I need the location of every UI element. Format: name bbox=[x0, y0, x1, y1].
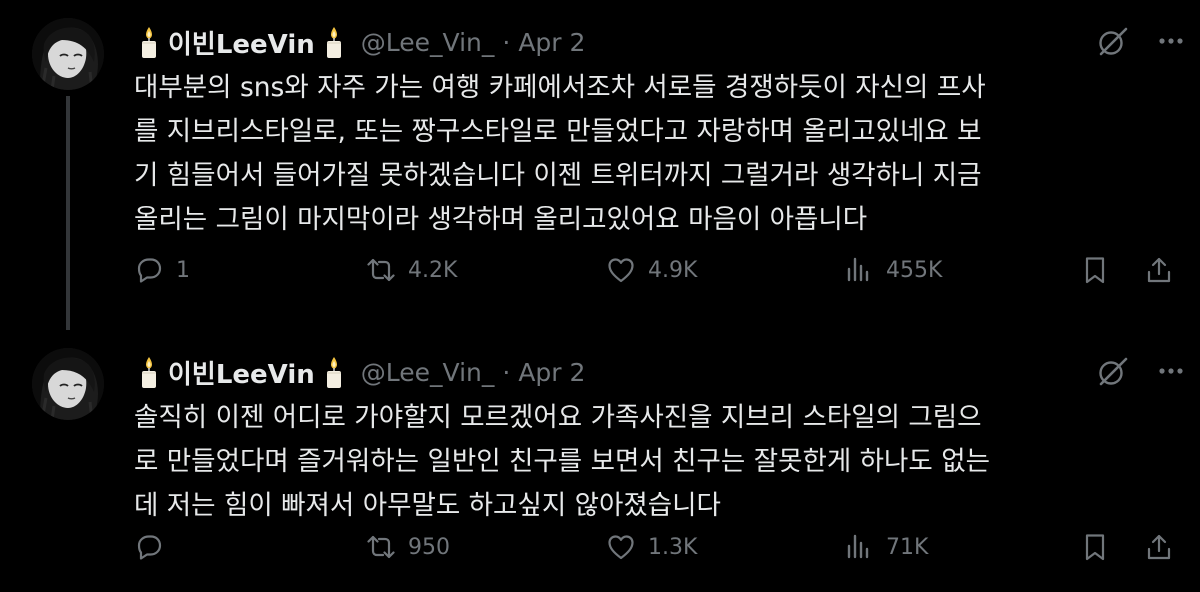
tweet-header: 이빈LeeVin @Lee_Vin_ · Apr 2 bbox=[136, 22, 585, 62]
like-count: 1.3K bbox=[648, 534, 698, 560]
bookmark-icon bbox=[1080, 255, 1110, 285]
display-name[interactable]: 이빈LeeVin bbox=[168, 24, 315, 61]
more-icon[interactable] bbox=[1156, 356, 1186, 386]
reply-icon bbox=[134, 532, 164, 562]
share-icon bbox=[1144, 532, 1174, 562]
views-button[interactable]: 455K bbox=[844, 255, 942, 285]
like-count: 4.9K bbox=[648, 257, 698, 283]
retweet-button[interactable]: 950 bbox=[366, 532, 450, 562]
views-count: 71K bbox=[886, 534, 929, 560]
dot-separator: · bbox=[502, 27, 511, 57]
tweet-action-bar: 950 1.3K 71K bbox=[134, 532, 1176, 568]
user-handle[interactable]: @Lee_Vin_ bbox=[361, 28, 495, 57]
tweet-date[interactable]: Apr 2 bbox=[518, 28, 585, 57]
bookmark-icon bbox=[1080, 532, 1110, 562]
candle-icon bbox=[321, 355, 347, 389]
reply-button[interactable]: 1 bbox=[134, 255, 190, 285]
more-icon[interactable] bbox=[1156, 26, 1186, 56]
avatar[interactable] bbox=[32, 348, 104, 420]
like-button[interactable]: 4.9K bbox=[606, 255, 697, 285]
share-button[interactable] bbox=[1144, 532, 1174, 562]
avatar-image bbox=[32, 18, 104, 90]
views-icon bbox=[844, 532, 874, 562]
share-button[interactable] bbox=[1144, 255, 1174, 285]
tweet-date[interactable]: Apr 2 bbox=[518, 358, 585, 387]
bookmark-button[interactable] bbox=[1080, 532, 1110, 562]
thread-connector-line bbox=[66, 96, 70, 330]
retweet-icon bbox=[366, 255, 396, 285]
reply-icon bbox=[134, 255, 164, 285]
retweet-button[interactable]: 4.2K bbox=[366, 255, 457, 285]
tweet-text: 솔직히 이젠 어디로 가야할지 모르겠어요 가족사진을 지브리 스타일의 그림으… bbox=[134, 402, 990, 521]
like-icon bbox=[606, 532, 636, 562]
tweet-top-actions bbox=[1096, 354, 1186, 388]
grok-icon[interactable] bbox=[1096, 24, 1130, 58]
views-button[interactable]: 71K bbox=[844, 532, 928, 562]
tweet-text: 대부분의 sns와 자주 가는 여행 카페에서조차 서로들 경쟁하듯이 자신의 … bbox=[134, 72, 986, 235]
tweet-2[interactable]: 이빈LeeVin @Lee_Vin_ · Apr 2 솔직히 이젠 어디로 가야… bbox=[0, 330, 1200, 592]
reply-count: 1 bbox=[176, 257, 190, 283]
display-name[interactable]: 이빈LeeVin bbox=[168, 354, 315, 391]
tweet-top-actions bbox=[1096, 24, 1186, 58]
candle-icon bbox=[136, 25, 162, 59]
like-icon bbox=[606, 255, 636, 285]
candle-icon bbox=[136, 355, 162, 389]
avatar[interactable] bbox=[32, 18, 104, 90]
retweet-count: 950 bbox=[408, 534, 450, 560]
reply-button[interactable] bbox=[134, 532, 176, 562]
tweet-header: 이빈LeeVin @Lee_Vin_ · Apr 2 bbox=[136, 352, 585, 392]
bookmark-button[interactable] bbox=[1080, 255, 1110, 285]
tweet-1[interactable]: 이빈LeeVin @Lee_Vin_ · Apr 2 대부분의 sns와 자주 … bbox=[0, 0, 1200, 330]
dot-separator: · bbox=[502, 357, 511, 387]
user-handle[interactable]: @Lee_Vin_ bbox=[361, 358, 495, 387]
views-icon bbox=[844, 255, 874, 285]
grok-icon[interactable] bbox=[1096, 354, 1130, 388]
retweet-count: 4.2K bbox=[408, 257, 458, 283]
tweet-action-bar: 1 4.2K 4.9K 455K bbox=[134, 255, 1176, 291]
candle-icon bbox=[321, 25, 347, 59]
share-icon bbox=[1144, 255, 1174, 285]
retweet-icon bbox=[366, 532, 396, 562]
like-button[interactable]: 1.3K bbox=[606, 532, 697, 562]
avatar-image bbox=[32, 348, 104, 420]
views-count: 455K bbox=[886, 257, 943, 283]
